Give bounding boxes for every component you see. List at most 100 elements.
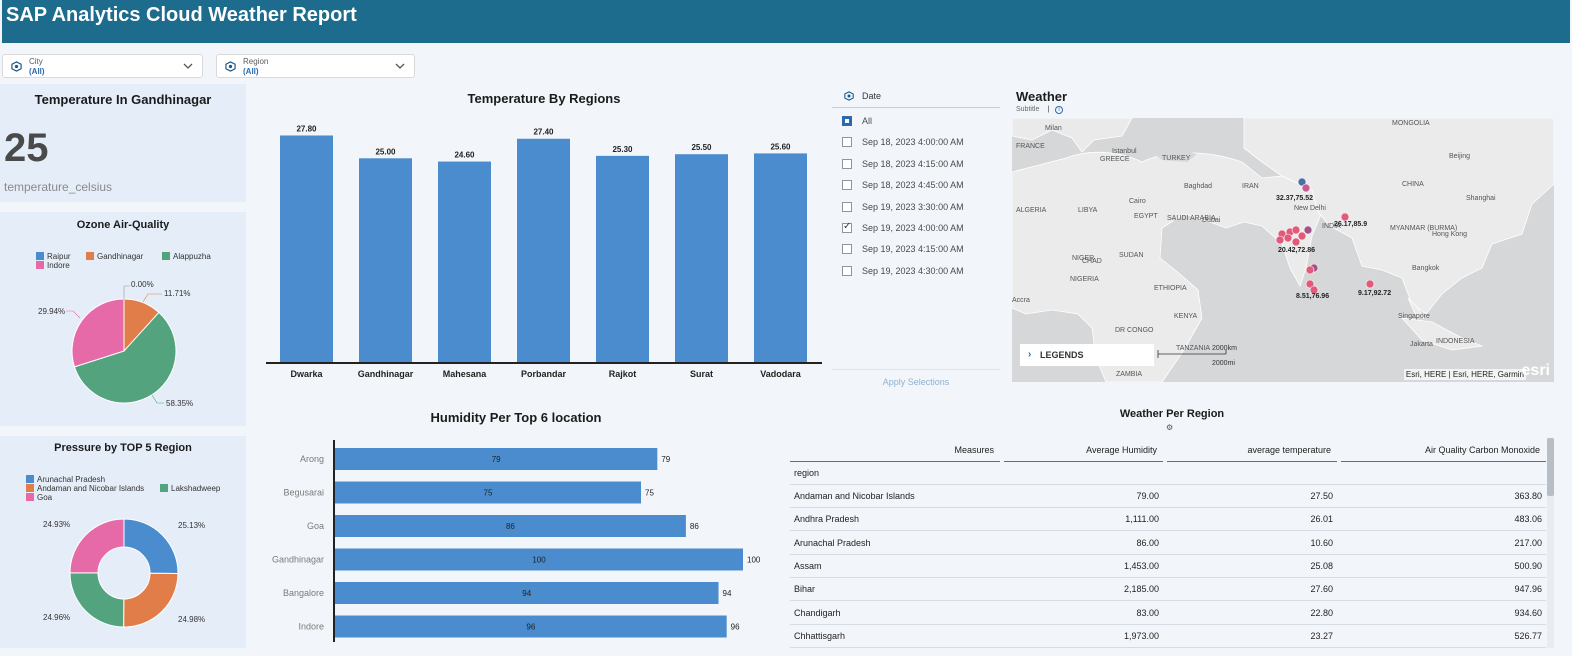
category-label: Bangalore xyxy=(283,588,324,598)
table-row[interactable]: Arunachal Pradesh 86.00 10.60 217.00 xyxy=(790,532,1546,555)
table-cell: 23.27 xyxy=(1310,630,1333,641)
dimension-icon xyxy=(11,61,22,72)
pie-slice[interactable] xyxy=(69,572,125,628)
region-filter-dropdown[interactable]: Region (All) xyxy=(216,54,415,78)
map-title: Weather xyxy=(1016,89,1068,104)
kpi-panel[interactable]: Temperature In Gandhinagar 25 temperatur… xyxy=(0,84,246,202)
map-data-point[interactable] xyxy=(1297,231,1307,241)
bar[interactable] xyxy=(596,155,649,362)
map-legends-toggle[interactable]: › LEGENDS xyxy=(1020,344,1154,366)
date-filter-panel: Date All Sep 18, 2023 4:00:00 AM Sep 18, 2… xyxy=(832,84,1000,390)
checkbox[interactable] xyxy=(842,116,852,126)
checkbox[interactable] xyxy=(842,201,852,212)
date-filter-item[interactable]: Sep 18, 2023 4:15:00 AM xyxy=(832,155,1000,173)
bar[interactable] xyxy=(517,138,570,362)
checkbox[interactable] xyxy=(842,265,852,276)
chevron-down-icon xyxy=(183,63,193,69)
date-filter-item[interactable]: Sep 19, 2023 4:15:00 AM xyxy=(832,240,1000,258)
bar[interactable] xyxy=(754,153,807,362)
map-place-label: MONGOLIA xyxy=(1392,120,1430,127)
checkbox[interactable] xyxy=(842,244,852,255)
map-data-point[interactable] xyxy=(1275,235,1285,245)
city-filter-dropdown[interactable]: City (All) xyxy=(2,54,203,78)
table-header-cell[interactable]: Measures xyxy=(790,438,1000,462)
bar[interactable] xyxy=(438,161,491,362)
checkbox[interactable] xyxy=(842,137,852,148)
category-label: Goa xyxy=(307,521,324,531)
map-data-point[interactable] xyxy=(1340,212,1350,222)
date-filter-item[interactable]: Sep 18, 2023 4:00:00 AM xyxy=(832,133,1000,151)
bar-value-label: 79 xyxy=(661,455,670,464)
table-header-cell[interactable]: Average Humidity xyxy=(1004,438,1163,462)
table-scrollbar[interactable] xyxy=(1547,438,1554,648)
pie-slice[interactable] xyxy=(123,518,179,574)
scrollbar-thumb[interactable] xyxy=(1547,438,1554,496)
map-place-label: LIBYA xyxy=(1078,207,1098,214)
map-data-point[interactable] xyxy=(1291,237,1301,247)
bar[interactable] xyxy=(359,158,412,362)
date-filter-title: Date xyxy=(862,91,882,101)
table-row[interactable]: Chhattisgarh 1,973.00 23.27 526.77 xyxy=(790,625,1546,648)
map-attribution: Esri, HERE | Esri, HERE, Garmin xyxy=(1403,369,1526,380)
table-row[interactable]: Assam 1,453.00 25.08 500.90 xyxy=(790,555,1546,578)
map-place-label: Istanbul xyxy=(1112,148,1137,155)
date-filter-item-label: Sep 19, 2023 3:30:00 AM xyxy=(862,201,964,212)
pressure-donut-panel[interactable]: Pressure by TOP 5 Region Arunachal Prade… xyxy=(0,436,246,648)
pie-data-label: 24.96% xyxy=(43,613,70,622)
table-cell: 86.00 xyxy=(1136,537,1159,548)
map-place-label: ETHIOPIA xyxy=(1154,285,1187,292)
bar[interactable] xyxy=(280,135,333,362)
pressure-donut-chart[interactable]: 25.13% 24.98% 24.96% 24.93% xyxy=(0,436,246,648)
date-filter-item[interactable]: Sep 19, 2023 4:00:00 AM xyxy=(832,219,1000,237)
map-place-label: SUDAN xyxy=(1119,252,1144,259)
humidity-bar-chart[interactable]: 79 79 Arong 75 75 Begusarai 86 86 Goa 100 100 Gandh… xyxy=(256,432,776,646)
apply-selections-button[interactable]: Apply Selections xyxy=(832,369,1000,387)
checkbox[interactable] xyxy=(842,158,852,169)
table-header-cell[interactable]: Air Quality Carbon Monoxide xyxy=(1341,438,1546,462)
pie-slice[interactable] xyxy=(123,572,179,628)
table-cell: 483.06 xyxy=(1514,514,1542,525)
checkbox[interactable] xyxy=(842,221,852,233)
category-label: Vadodara xyxy=(760,369,802,379)
map-data-point[interactable] xyxy=(1365,279,1375,289)
pie-slice[interactable] xyxy=(69,518,125,574)
map-point-label: 9.17,92.72 xyxy=(1358,290,1391,297)
table-row[interactable]: Bihar 2,185.00 27.60 947.96 xyxy=(790,578,1546,602)
map-data-point[interactable] xyxy=(1305,265,1315,275)
date-filter-item[interactable]: All xyxy=(832,112,1000,130)
date-filter-item-label: Sep 18, 2023 4:45:00 AM xyxy=(862,180,964,191)
weather-map[interactable]: Milan FRANCE Istanbul TURKEY GREECE Baghdad IR… xyxy=(1012,118,1554,382)
table-row-label: Bihar xyxy=(794,584,816,595)
humidity-chart-title: Humidity Per Top 6 location xyxy=(430,410,602,425)
info-icon[interactable]: i xyxy=(1055,106,1064,114)
bar-value-label: 25.30 xyxy=(612,145,633,154)
map-data-point[interactable] xyxy=(1301,183,1311,193)
table-cell: 2,185.00 xyxy=(1123,584,1159,595)
date-filter-item[interactable]: Sep 19, 2023 3:30:00 AM xyxy=(832,198,1000,216)
map-place-label: Accra xyxy=(1012,297,1030,304)
checkbox[interactable] xyxy=(842,180,852,191)
table-header-cell[interactable]: average temperature xyxy=(1167,438,1337,462)
map-place-label: MYANMAR (BURMA) xyxy=(1390,225,1457,232)
bar-value-label: 25.60 xyxy=(770,142,791,151)
temperature-bar-chart[interactable]: 27.80 Dwarka 25.00 Gandhinagar 24.60 Mahesana… xyxy=(256,110,832,390)
table-row[interactable]: Andaman and Nicobar Islands 79.00 27.50 363… xyxy=(790,485,1546,508)
map-canvas[interactable]: Milan FRANCE Istanbul TURKEY GREECE Baghdad IR… xyxy=(1012,118,1554,382)
map-place-label: Singapore xyxy=(1398,313,1430,320)
map-data-point[interactable] xyxy=(1283,233,1293,243)
map-data-point[interactable] xyxy=(1291,225,1301,235)
ozone-pie-chart[interactable]: 0.00% 11.71% 58.35% 29.94% xyxy=(0,212,246,426)
date-filter-item[interactable]: Sep 18, 2023 4:45:00 AM xyxy=(832,176,1000,194)
bar-inner-label: 86 xyxy=(506,522,515,531)
map-subtitle: Subtitle | i xyxy=(1016,106,1064,114)
table-cell: 26.01 xyxy=(1310,514,1333,525)
table-row[interactable]: Chandigarh 83.00 22.80 934.60 xyxy=(790,602,1546,625)
map-data-point[interactable] xyxy=(1303,225,1313,235)
ozone-pie-panel[interactable]: Ozone Air-Quality Raipur Gandhinagar Ala… xyxy=(0,212,246,426)
date-filter-item[interactable]: Sep 19, 2023 4:30:00 AM xyxy=(832,262,1000,280)
table-row[interactable]: Andhra Pradesh 1,111.00 26.01 483.06 xyxy=(790,508,1546,532)
map-place-label: Milan xyxy=(1045,125,1062,132)
category-label: Begusarai xyxy=(283,488,324,498)
bar-value-label: 27.80 xyxy=(296,124,317,133)
bar[interactable] xyxy=(675,154,728,362)
